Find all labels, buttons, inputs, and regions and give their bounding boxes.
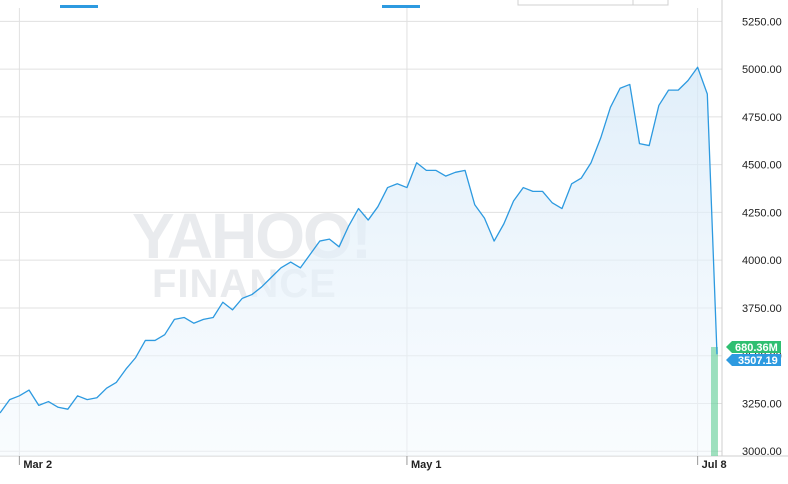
price-flag: 3507.19	[726, 354, 781, 367]
price-flag-label: 3507.19	[738, 355, 778, 367]
volume-flag-label: 680.36M	[735, 342, 778, 354]
y-tick-label: 4000.00	[742, 255, 782, 267]
y-tick-label: 4750.00	[742, 112, 782, 124]
y-tick-label: 3000.00	[742, 446, 782, 458]
y-tick-label: 5000.00	[742, 64, 782, 76]
x-tick-label: Mar 2	[23, 459, 52, 471]
top-tab-indicator-right[interactable]	[382, 5, 420, 8]
y-tick-label: 5250.00	[742, 16, 782, 28]
y-tick-label: 3250.00	[742, 398, 782, 410]
volume-bar	[711, 347, 718, 456]
volume-layer	[711, 347, 718, 456]
y-tick-label: 4250.00	[742, 207, 782, 219]
top-tab-indicator-left[interactable]	[60, 5, 98, 8]
x-axis-ticks: Mar 2 May 1 Jul 8	[18, 456, 727, 471]
area-fill	[0, 67, 717, 456]
y-tick-label: 4500.00	[742, 160, 782, 172]
y-tick-label: 3750.00	[742, 303, 782, 315]
x-tick-label: May 1	[411, 459, 442, 471]
price-chart: YAHOO! FINANCE 5250.005000.004750.004500…	[0, 0, 788, 471]
volume-flag: 680.36M	[726, 341, 781, 354]
top-control-box[interactable]	[517, 0, 669, 6]
y-axis-ticks: 5250.00 5000.00 4750.00 4500.00 4250.00 4000.…	[742, 16, 782, 458]
price-area	[0, 67, 717, 456]
x-tick-label: Jul 8	[702, 459, 727, 471]
